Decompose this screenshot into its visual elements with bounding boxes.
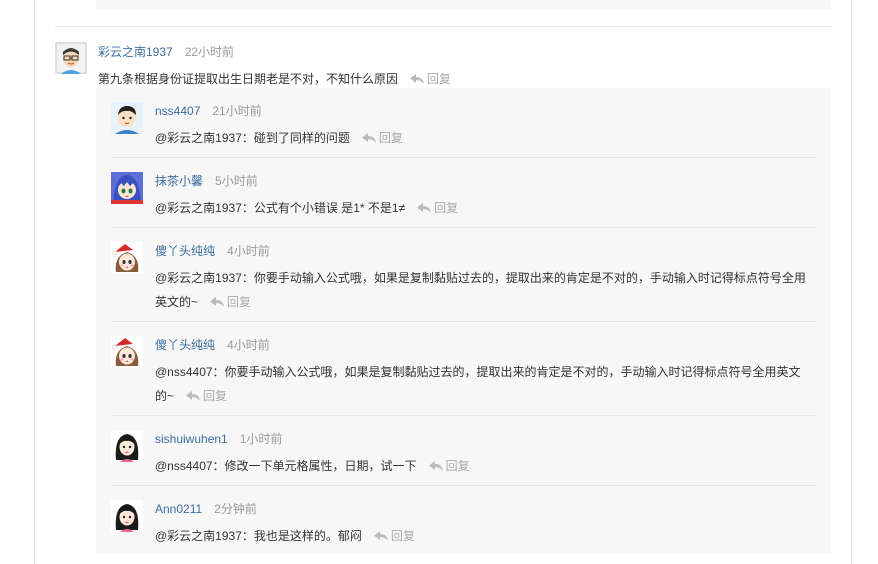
- reply-label: 回复: [445, 459, 470, 473]
- reply-content-line-2: 英文的~ 回复: [155, 290, 819, 314]
- username-link[interactable]: 傻丫头纯纯: [155, 244, 215, 258]
- divider: [55, 26, 831, 27]
- reply-meta: 傻丫头纯纯 4小时前: [155, 242, 270, 259]
- reply-content: 的~: [155, 389, 175, 403]
- reply-label: 回复: [378, 131, 403, 145]
- reply-content-line-1: @nss4407：你要手动输入公式哦，如果是复制黏贴过去的，提取出来的肯定是不对…: [155, 365, 801, 379]
- replies-list: nss4407 21小时前 @彩云之南1937：碰到了同样的问题 回复 抹茶小馨 5小…: [96, 88, 831, 554]
- reply-arrow-icon: [361, 133, 376, 143]
- reply-label: 回复: [427, 72, 452, 86]
- timestamp: 5小时前: [215, 174, 258, 188]
- avatar[interactable]: [111, 430, 143, 462]
- username-link[interactable]: Ann0211: [155, 502, 202, 516]
- previous-replies-block: [96, 0, 831, 10]
- divider: [111, 227, 817, 228]
- reply-meta: nss4407 21小时前: [155, 102, 262, 119]
- reply-content-line-2: 的~ 回复: [155, 384, 819, 408]
- reply-button[interactable]: 回复: [373, 529, 415, 543]
- avatar[interactable]: [111, 102, 143, 134]
- reply-label: 回复: [434, 201, 459, 215]
- avatar[interactable]: [111, 242, 143, 274]
- reply-meta: 抹茶小馨 5小时前: [155, 172, 258, 189]
- reply-arrow-icon: [410, 74, 425, 84]
- timestamp: 2分钟前: [214, 502, 257, 516]
- timestamp: 21小时前: [212, 104, 262, 118]
- divider: [111, 321, 817, 322]
- reply-text: @彩云之南1937：公式有个小错误 是1* 不是1≠ 回复: [155, 196, 819, 220]
- reply-button[interactable]: 回复: [361, 131, 403, 145]
- avatar[interactable]: [111, 172, 143, 204]
- avatar-boy-icon: [111, 102, 143, 134]
- avatar[interactable]: [111, 500, 143, 532]
- reply-arrow-icon: [210, 297, 225, 307]
- divider: [111, 485, 817, 486]
- timestamp: 4小时前: [227, 244, 270, 258]
- timestamp: 4小时前: [227, 338, 270, 352]
- reply-button[interactable]: 回复: [428, 459, 470, 473]
- reply-arrow-icon: [428, 461, 443, 471]
- reply-meta: sishuiwuhen1 1小时前: [155, 430, 282, 447]
- divider: [111, 157, 817, 158]
- reply-text: @彩云之南1937：碰到了同样的问题 回复: [155, 126, 819, 150]
- avatar-glasses-man-icon: [55, 42, 87, 74]
- reply-button[interactable]: 回复: [410, 72, 451, 86]
- reply-text: @彩云之南1937：我也是这样的。郁闷 回复: [155, 524, 819, 548]
- username-link[interactable]: sishuiwuhen1: [155, 432, 228, 446]
- reply-button[interactable]: 回复: [210, 295, 251, 309]
- reply-meta: 傻丫头纯纯 4小时前: [155, 336, 270, 353]
- reply-meta: Ann0211 2分钟前: [155, 500, 257, 517]
- avatar-christmas-girl-icon: [111, 242, 143, 274]
- timestamp: 1小时前: [239, 432, 283, 446]
- comment-meta: 彩云之南1937 22小时前: [98, 43, 234, 60]
- reply-arrow-icon: [417, 203, 432, 213]
- reply-arrow-icon: [373, 531, 388, 541]
- username-link[interactable]: 傻丫头纯纯: [155, 338, 215, 352]
- reply-button[interactable]: 回复: [186, 389, 227, 403]
- reply-button[interactable]: 回复: [417, 201, 458, 215]
- avatar-anime-girl-icon: [111, 172, 143, 204]
- username-link[interactable]: nss4407: [155, 104, 200, 118]
- comment-content: 第九条根据身份证提取出生日期老是不对，不知什么原因: [98, 72, 399, 86]
- avatar[interactable]: [55, 42, 87, 74]
- reply-content: @彩云之南1937：我也是这样的。郁闷: [155, 529, 362, 543]
- reply-content-line-1: @彩云之南1937：你要手动输入公式哦，如果是复制黏贴过去的，提取出来的肯定是不…: [155, 271, 806, 285]
- timestamp: 22小时前: [184, 45, 235, 59]
- divider: [111, 415, 817, 416]
- avatar-girl-icon: [111, 500, 143, 532]
- reply-arrow-icon: [186, 391, 201, 401]
- avatar[interactable]: [111, 336, 143, 368]
- reply-content: 英文的~: [155, 295, 199, 309]
- reply-text: @彩云之南1937：你要手动输入公式哦，如果是复制黏贴过去的，提取出来的肯定是不…: [155, 266, 819, 314]
- reply-content: @nss4407：修改一下单元格属性，日期，试一下: [155, 459, 417, 473]
- username-link[interactable]: 抹茶小馨: [155, 174, 203, 188]
- username-link[interactable]: 彩云之南1937: [98, 45, 173, 59]
- avatar-girl-icon: [111, 430, 143, 462]
- reply-text: @nss4407：你要手动输入公式哦，如果是复制黏贴过去的，提取出来的肯定是不对…: [155, 360, 819, 408]
- reply-label: 回复: [390, 529, 415, 543]
- reply-content: @彩云之南1937：碰到了同样的问题: [155, 131, 350, 145]
- reply-label: 回复: [203, 389, 228, 403]
- avatar-christmas-girl-icon: [111, 336, 143, 368]
- reply-content: @彩云之南1937：公式有个小错误 是1* 不是1≠: [155, 201, 406, 215]
- reply-text: @nss4407：修改一下单元格属性，日期，试一下 回复: [155, 454, 819, 478]
- reply-label: 回复: [227, 295, 252, 309]
